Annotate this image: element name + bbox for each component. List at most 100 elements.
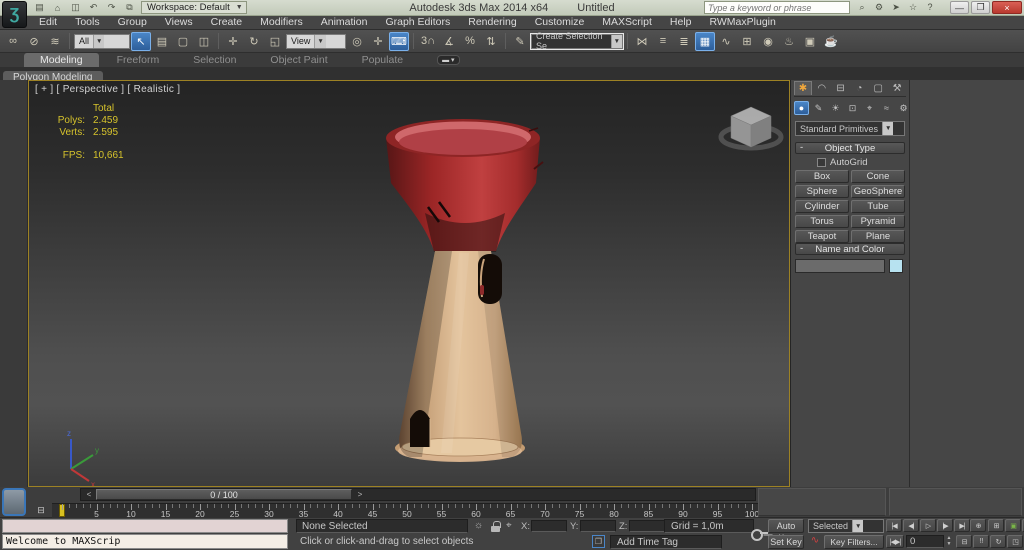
- name-and-color-rollout-header[interactable]: - Name and Color: [795, 243, 905, 255]
- search-input[interactable]: [704, 1, 850, 14]
- object-name-field[interactable]: [795, 259, 885, 273]
- set-key-button[interactable]: Set Key: [768, 535, 804, 549]
- create-tab-icon[interactable]: ✱: [794, 81, 812, 95]
- add-time-tag-field[interactable]: Add Time Tag: [610, 535, 722, 549]
- primitive-button-box[interactable]: Box: [795, 170, 849, 183]
- select-and-link-icon[interactable]: ∞: [3, 32, 23, 51]
- ribbon-tab-modeling[interactable]: Modeling: [24, 53, 99, 67]
- select-and-move-icon[interactable]: ✛: [223, 32, 243, 51]
- utilities-tab-icon[interactable]: ⚒: [888, 81, 906, 95]
- set-keys-icon[interactable]: [751, 528, 768, 539]
- current-frame-field[interactable]: 0: [906, 535, 944, 548]
- material-editor-icon[interactable]: ◉: [758, 32, 778, 51]
- viewport-label[interactable]: [ + ] [ Perspective ] [ Realistic ]: [35, 84, 180, 95]
- mirror-icon[interactable]: ⋈: [632, 32, 652, 51]
- restore-button[interactable]: ❐: [971, 1, 990, 14]
- go-to-start-button[interactable]: |◀: [886, 519, 902, 532]
- named-selection-set-combo[interactable]: Create Selection Se ▼: [531, 34, 623, 49]
- absolute-offset-transform-icon[interactable]: ⌖: [506, 520, 512, 531]
- menu-views[interactable]: Views: [156, 16, 202, 29]
- edit-named-selection-sets-icon[interactable]: ✎: [510, 32, 530, 51]
- menu-edit[interactable]: Edit: [30, 16, 66, 29]
- spinner-snap-icon[interactable]: ⇅: [481, 32, 501, 51]
- zoom-all-icon[interactable]: ⊞: [988, 519, 1004, 532]
- y-coordinate-field[interactable]: [580, 520, 616, 532]
- select-and-rotate-icon[interactable]: ↻: [244, 32, 264, 51]
- time-slider-handle[interactable]: 0 / 100: [96, 489, 352, 500]
- object-type-rollout-header[interactable]: - Object Type: [795, 142, 905, 154]
- next-frame-button[interactable]: |▶: [937, 519, 953, 532]
- cameras-icon[interactable]: ⊡: [845, 101, 860, 115]
- zoom-extents-all-icon[interactable]: ▣: [1005, 519, 1021, 532]
- geometry-icon[interactable]: ●: [794, 101, 809, 115]
- close-button[interactable]: ×: [992, 1, 1022, 14]
- curve-editor-icon[interactable]: ∿: [716, 32, 736, 51]
- ribbon-tab-populate[interactable]: Populate: [346, 53, 419, 67]
- select-and-manipulate-icon[interactable]: ✛: [368, 32, 388, 51]
- primitive-button-tube[interactable]: Tube: [851, 200, 905, 213]
- menu-maxscript[interactable]: MAXScript: [593, 16, 661, 29]
- primitive-button-sphere[interactable]: Sphere: [795, 185, 849, 198]
- display-tab-icon[interactable]: ▢: [869, 81, 887, 95]
- auto-key-button[interactable]: Auto Key: [768, 519, 804, 533]
- primitive-button-torus[interactable]: Torus: [795, 215, 849, 228]
- z-coordinate-field[interactable]: [629, 520, 665, 532]
- previous-frame-button[interactable]: ◀|: [903, 519, 919, 532]
- new-key-default-curve-icon[interactable]: ∿: [808, 535, 822, 548]
- selection-filter-dropdown[interactable]: All ▼: [74, 34, 130, 49]
- time-slider-track[interactable]: < 0 / 100 >: [80, 488, 756, 501]
- subscription-icon[interactable]: ⚙: [873, 2, 885, 13]
- maxscript-mini-listener-input[interactable]: [2, 519, 288, 533]
- play-button[interactable]: ▷: [920, 519, 936, 532]
- select-object-icon[interactable]: ↖: [131, 32, 151, 51]
- menu-tools[interactable]: Tools: [66, 16, 109, 29]
- minimize-button[interactable]: —: [950, 1, 969, 14]
- pan-icon[interactable]: ‼: [973, 535, 989, 548]
- undo-icon[interactable]: ↶: [86, 2, 101, 14]
- render-production-icon[interactable]: ☕: [821, 32, 841, 51]
- help-icon[interactable]: ?: [924, 2, 936, 13]
- menu-rendering[interactable]: Rendering: [459, 16, 525, 29]
- select-and-uniform-scale-icon[interactable]: ◱: [265, 32, 285, 51]
- ribbon-tab-selection[interactable]: Selection: [177, 53, 252, 67]
- orbit-icon[interactable]: ↻: [990, 535, 1006, 548]
- viewport-layout-button[interactable]: [2, 488, 26, 516]
- graphite-ribbon-toggle-icon[interactable]: ▦: [695, 32, 715, 51]
- redo-icon[interactable]: ↷: [104, 2, 119, 14]
- use-pivot-point-center-icon[interactable]: ◎: [347, 32, 367, 51]
- lights-icon[interactable]: ☀: [828, 101, 843, 115]
- rectangular-selection-region-icon[interactable]: ▢: [173, 32, 193, 51]
- search-icon[interactable]: ⌕: [856, 2, 868, 13]
- menu-animation[interactable]: Animation: [312, 16, 377, 29]
- mini-curve-editor-icon[interactable]: ⊟: [32, 504, 50, 516]
- space-warps-icon[interactable]: ≈: [879, 101, 894, 115]
- key-mode-toggle-icon[interactable]: ⊕: [970, 519, 986, 532]
- primitive-button-cylinder[interactable]: Cylinder: [795, 200, 849, 213]
- primitive-button-pyramid[interactable]: Pyramid: [851, 215, 905, 228]
- systems-icon[interactable]: ⚙: [896, 101, 911, 115]
- perspective-viewport[interactable]: [ + ] [ Perspective ] [ Realistic ] Tota…: [28, 80, 790, 487]
- go-to-end-button[interactable]: ▶|: [954, 519, 970, 532]
- layer-manager-icon[interactable]: ≣: [674, 32, 694, 51]
- bind-to-space-warp-icon[interactable]: ≋: [45, 32, 65, 51]
- favorites-icon[interactable]: ☆: [907, 2, 919, 13]
- reference-coordinate-dropdown[interactable]: View ▼: [286, 34, 346, 49]
- rendered-frame-window-icon[interactable]: ▣: [800, 32, 820, 51]
- align-icon[interactable]: ≡: [653, 32, 673, 51]
- primitive-button-plane[interactable]: Plane: [851, 230, 905, 243]
- open-file-icon[interactable]: ⌂: [50, 2, 65, 14]
- schematic-view-icon[interactable]: ⊞: [737, 32, 757, 51]
- modify-tab-icon[interactable]: ◠: [813, 81, 831, 95]
- workspace-dropdown[interactable]: Workspace: Default ▼: [141, 1, 247, 14]
- autogrid-checkbox[interactable]: [817, 158, 826, 167]
- new-scene-icon[interactable]: ▤: [32, 2, 47, 14]
- menu-help[interactable]: Help: [661, 16, 701, 29]
- primitive-button-teapot[interactable]: Teapot: [795, 230, 849, 243]
- application-menu-button[interactable]: Ʒ: [2, 1, 27, 28]
- field-of-view-icon[interactable]: ⊟: [956, 535, 972, 548]
- hierarchy-tab-icon[interactable]: ⊟: [832, 81, 850, 95]
- angle-snap-icon[interactable]: ∡: [439, 32, 459, 51]
- snaps-toggle-3d-icon[interactable]: 3∩: [418, 32, 438, 51]
- maximize-viewport-toggle-icon[interactable]: ◳: [1007, 535, 1023, 548]
- percent-snap-icon[interactable]: %: [460, 32, 480, 51]
